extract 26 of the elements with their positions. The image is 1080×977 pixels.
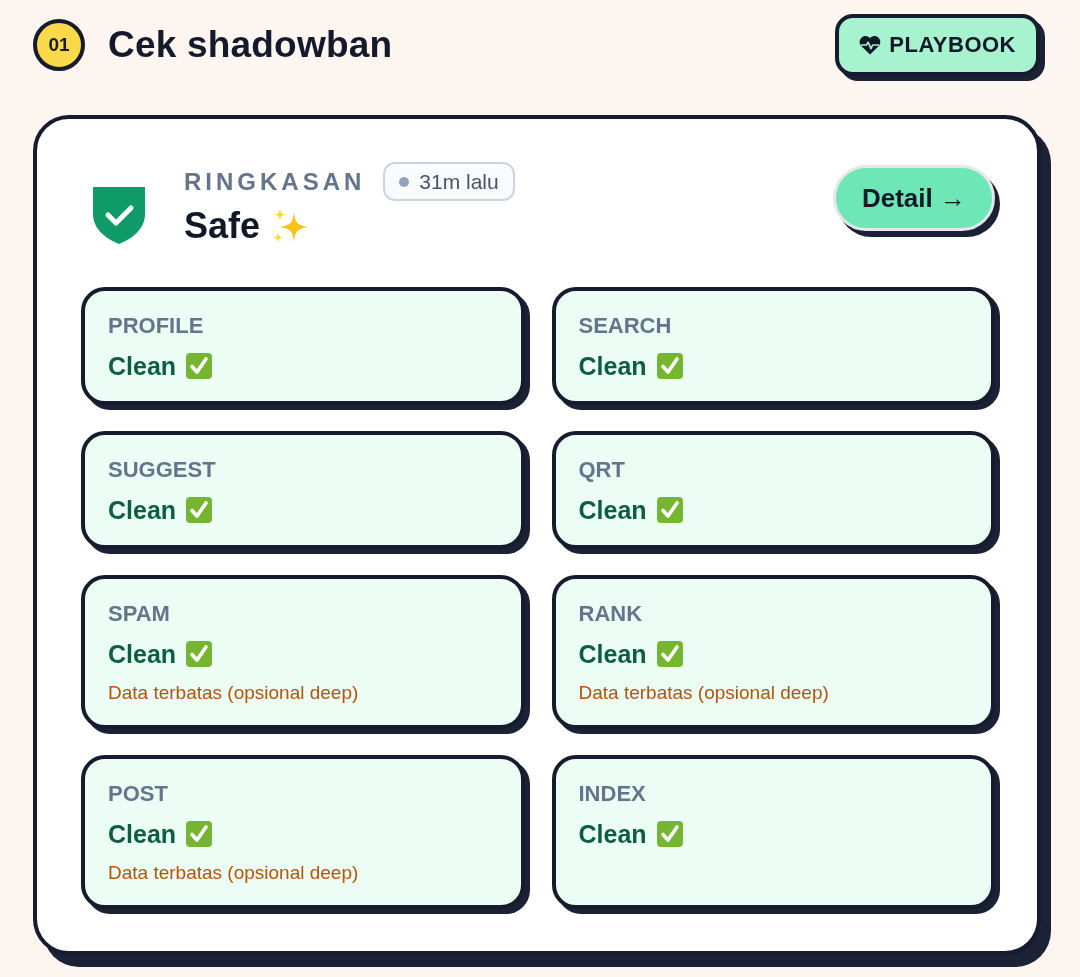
check-label: POST	[108, 781, 168, 807]
check-label: PROFILE	[108, 313, 204, 339]
check-label: INDEX	[578, 781, 646, 807]
check-result: Clean	[578, 495, 647, 525]
check-result: Clean	[578, 639, 647, 669]
check-label: RANK	[578, 601, 643, 627]
summary-label: RINGKASAN	[184, 167, 366, 196]
check-result: Clean	[108, 495, 177, 525]
check-result: Clean	[108, 819, 177, 849]
status-dot-icon	[399, 176, 410, 187]
status-text: Safe	[184, 205, 261, 247]
time-ago: 31m lalu	[419, 169, 499, 194]
section-title: Cek shadowban	[108, 24, 393, 66]
check-label: QRT	[578, 457, 625, 483]
check-note: Data terbatas (opsional deep)	[108, 861, 359, 885]
check-result: Clean	[578, 819, 647, 849]
check-result: Clean	[108, 351, 177, 381]
check-label: SUGGEST	[108, 457, 216, 483]
check-note: Data terbatas (opsional deep)	[578, 681, 829, 705]
check-note: Data terbatas (opsional deep)	[108, 681, 359, 705]
check-result: Clean	[108, 639, 177, 669]
heart-pulse-icon	[859, 35, 882, 55]
check-label: SPAM	[108, 601, 170, 627]
step-number: 01	[33, 19, 85, 71]
check-label: SEARCH	[578, 313, 672, 339]
check-result: Clean	[578, 351, 647, 381]
